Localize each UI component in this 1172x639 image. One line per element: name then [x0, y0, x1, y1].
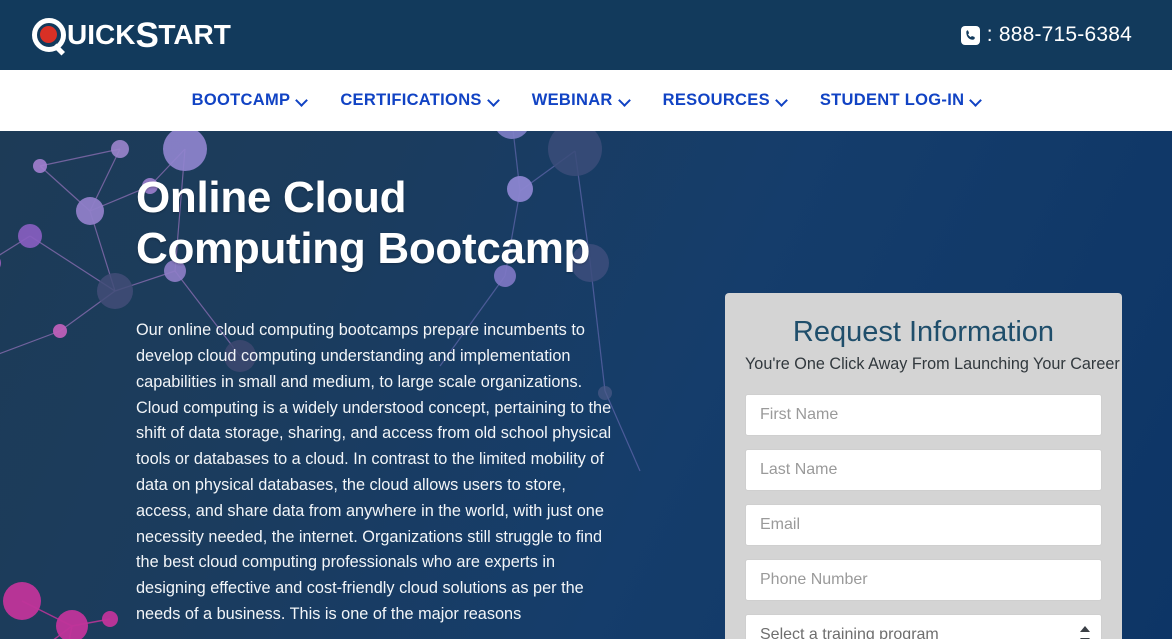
quickstart-logo[interactable]: UICKSTART [32, 18, 231, 53]
nav-label-certifications: CERTIFICATIONS [340, 91, 481, 110]
nav-label-student-login: STUDENT LOG-IN [820, 91, 964, 110]
phone-number-text: : 888-715-6384 [987, 23, 1132, 47]
nav-item-student-login[interactable]: STUDENT LOG-IN [803, 91, 997, 110]
logo-text-uick: UICK [67, 21, 135, 49]
phone-number-input[interactable] [745, 559, 1102, 601]
logo-q-mark [32, 18, 66, 52]
nav-label-webinar: WEBINAR [532, 91, 613, 110]
hero-paragraph: Our online cloud computing bootcamps pre… [136, 318, 618, 628]
phone-icon [961, 26, 980, 45]
top-header-bar: UICKSTART : 888-715-6384 [0, 0, 1172, 70]
page-root: UICKSTART : 888-715-6384 BOOTCAMP CERTIF… [0, 0, 1172, 639]
main-navigation: BOOTCAMP CERTIFICATIONS WEBINAR RESOURCE… [0, 70, 1172, 131]
form-subtitle: You're One Click Away From Launching You… [745, 355, 1102, 374]
hero-title-line-2: Computing Bootcamp [136, 224, 590, 273]
nav-item-webinar[interactable]: WEBINAR [515, 91, 646, 110]
nav-item-certifications[interactable]: CERTIFICATIONS [323, 91, 514, 110]
nav-label-resources: RESOURCES [663, 91, 770, 110]
first-name-input[interactable] [745, 394, 1102, 436]
form-title: Request Information [745, 315, 1102, 350]
nav-label-bootcamp: BOOTCAMP [192, 91, 291, 110]
phone-number-link[interactable]: : 888-715-6384 [961, 23, 1132, 47]
training-program-selected-value: Select a training program [760, 615, 1065, 639]
logo-q-tail [53, 43, 65, 55]
logo-text-s: S [135, 18, 158, 53]
chevron-down-icon [297, 96, 306, 105]
hero-section: Online Cloud Computing Bootcamp Our onli… [0, 131, 1172, 639]
hero-text-column: Online Cloud Computing Bootcamp Our onli… [136, 131, 631, 628]
chevron-down-icon [489, 96, 498, 105]
page-title: Online Cloud Computing Bootcamp [136, 173, 631, 274]
email-input[interactable] [745, 504, 1102, 546]
logo-red-dot-icon [40, 26, 57, 43]
hero-title-line-1: Online Cloud [136, 173, 406, 222]
request-information-form: Request Information You're One Click Awa… [725, 293, 1122, 639]
training-program-select[interactable]: Select a training program [745, 614, 1102, 639]
chevron-down-icon [971, 96, 980, 105]
chevron-down-icon [777, 96, 786, 105]
last-name-input[interactable] [745, 449, 1102, 491]
logo-text-tart: TART [158, 21, 231, 49]
chevron-down-icon [620, 96, 629, 105]
nav-item-bootcamp[interactable]: BOOTCAMP [175, 91, 324, 110]
nav-item-resources[interactable]: RESOURCES [646, 91, 803, 110]
